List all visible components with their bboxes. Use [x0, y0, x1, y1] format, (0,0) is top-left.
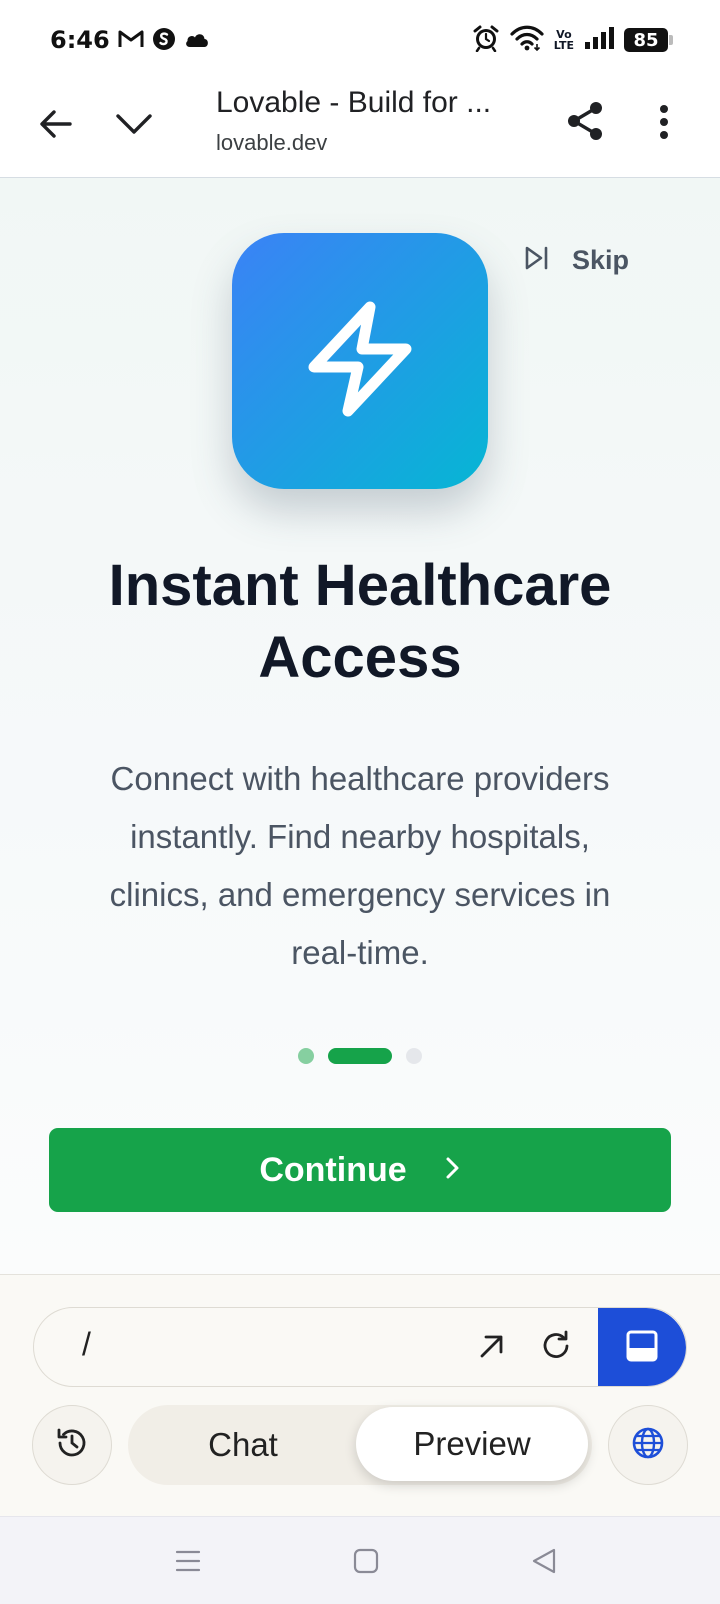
history-icon — [54, 1425, 90, 1466]
open-external-icon[interactable] — [474, 1328, 510, 1369]
signal-icon — [584, 26, 614, 55]
reload-icon[interactable] — [538, 1328, 574, 1369]
status-left-icons — [118, 27, 210, 56]
skip-button[interactable]: Skip — [524, 240, 629, 280]
browser-toolbar: Lovable - Build for ... lovable.dev — [0, 80, 720, 178]
panel-toggle-button[interactable] — [598, 1308, 686, 1386]
lightning-bolt-icon — [304, 299, 416, 424]
gmail-icon — [118, 29, 144, 54]
page-indicator — [0, 1048, 720, 1064]
continue-button[interactable]: Continue — [49, 1128, 671, 1212]
status-bar: 6:46 Vo LTE 85 — [0, 0, 720, 80]
headline: Instant Healthcare Access — [108, 553, 612, 690]
continue-label: Continue — [259, 1150, 407, 1189]
volte-line-2: LTE — [553, 39, 574, 52]
battery-icon: 85 — [624, 28, 673, 52]
preview-url-bar[interactable]: / — [33, 1307, 687, 1387]
globe-icon — [630, 1425, 666, 1466]
shazam-icon — [152, 27, 176, 56]
page-dot[interactable] — [406, 1048, 422, 1064]
more-vert-icon[interactable] — [644, 100, 684, 144]
page-url[interactable]: lovable.dev — [216, 130, 327, 156]
status-time: 6:46 — [50, 26, 110, 54]
menu-icon[interactable] — [170, 1545, 206, 1577]
skip-forward-icon — [524, 245, 550, 276]
history-button[interactable] — [32, 1405, 112, 1485]
description: Connect with healthcare providers instan… — [109, 760, 611, 971]
preview-path[interactable]: / — [82, 1326, 91, 1363]
chevron-right-icon — [445, 1156, 461, 1185]
page-dot[interactable] — [298, 1048, 314, 1064]
status-right-icons: Vo LTE 85 — [472, 24, 673, 57]
home-square-icon[interactable] — [348, 1545, 384, 1577]
app-logo — [232, 233, 488, 489]
globe-button[interactable] — [608, 1405, 688, 1485]
skip-label: Skip — [572, 244, 630, 275]
share-icon[interactable] — [562, 98, 608, 144]
tab-chat[interactable]: Chat — [128, 1405, 358, 1485]
cloud-icon — [184, 30, 210, 53]
page-title[interactable]: Lovable - Build for ... — [216, 86, 516, 120]
tab-preview[interactable]: Preview — [356, 1407, 588, 1481]
alarm-icon — [472, 24, 500, 57]
page-dot-active[interactable] — [328, 1048, 392, 1064]
editor-panel: / Chat Preview — [0, 1274, 720, 1516]
wifi-icon — [510, 25, 544, 56]
chevron-down-icon[interactable] — [112, 102, 156, 146]
system-nav-bar — [0, 1516, 720, 1604]
back-arrow-icon[interactable] — [34, 102, 78, 146]
panel-toggle-icon — [626, 1330, 658, 1367]
view-switcher: Chat Preview — [128, 1405, 592, 1485]
volte-icon: Vo LTE — [554, 29, 574, 51]
back-triangle-icon[interactable] — [526, 1545, 562, 1577]
onboarding-screen: Skip Instant Healthcare Access Connect w… — [0, 178, 720, 1274]
